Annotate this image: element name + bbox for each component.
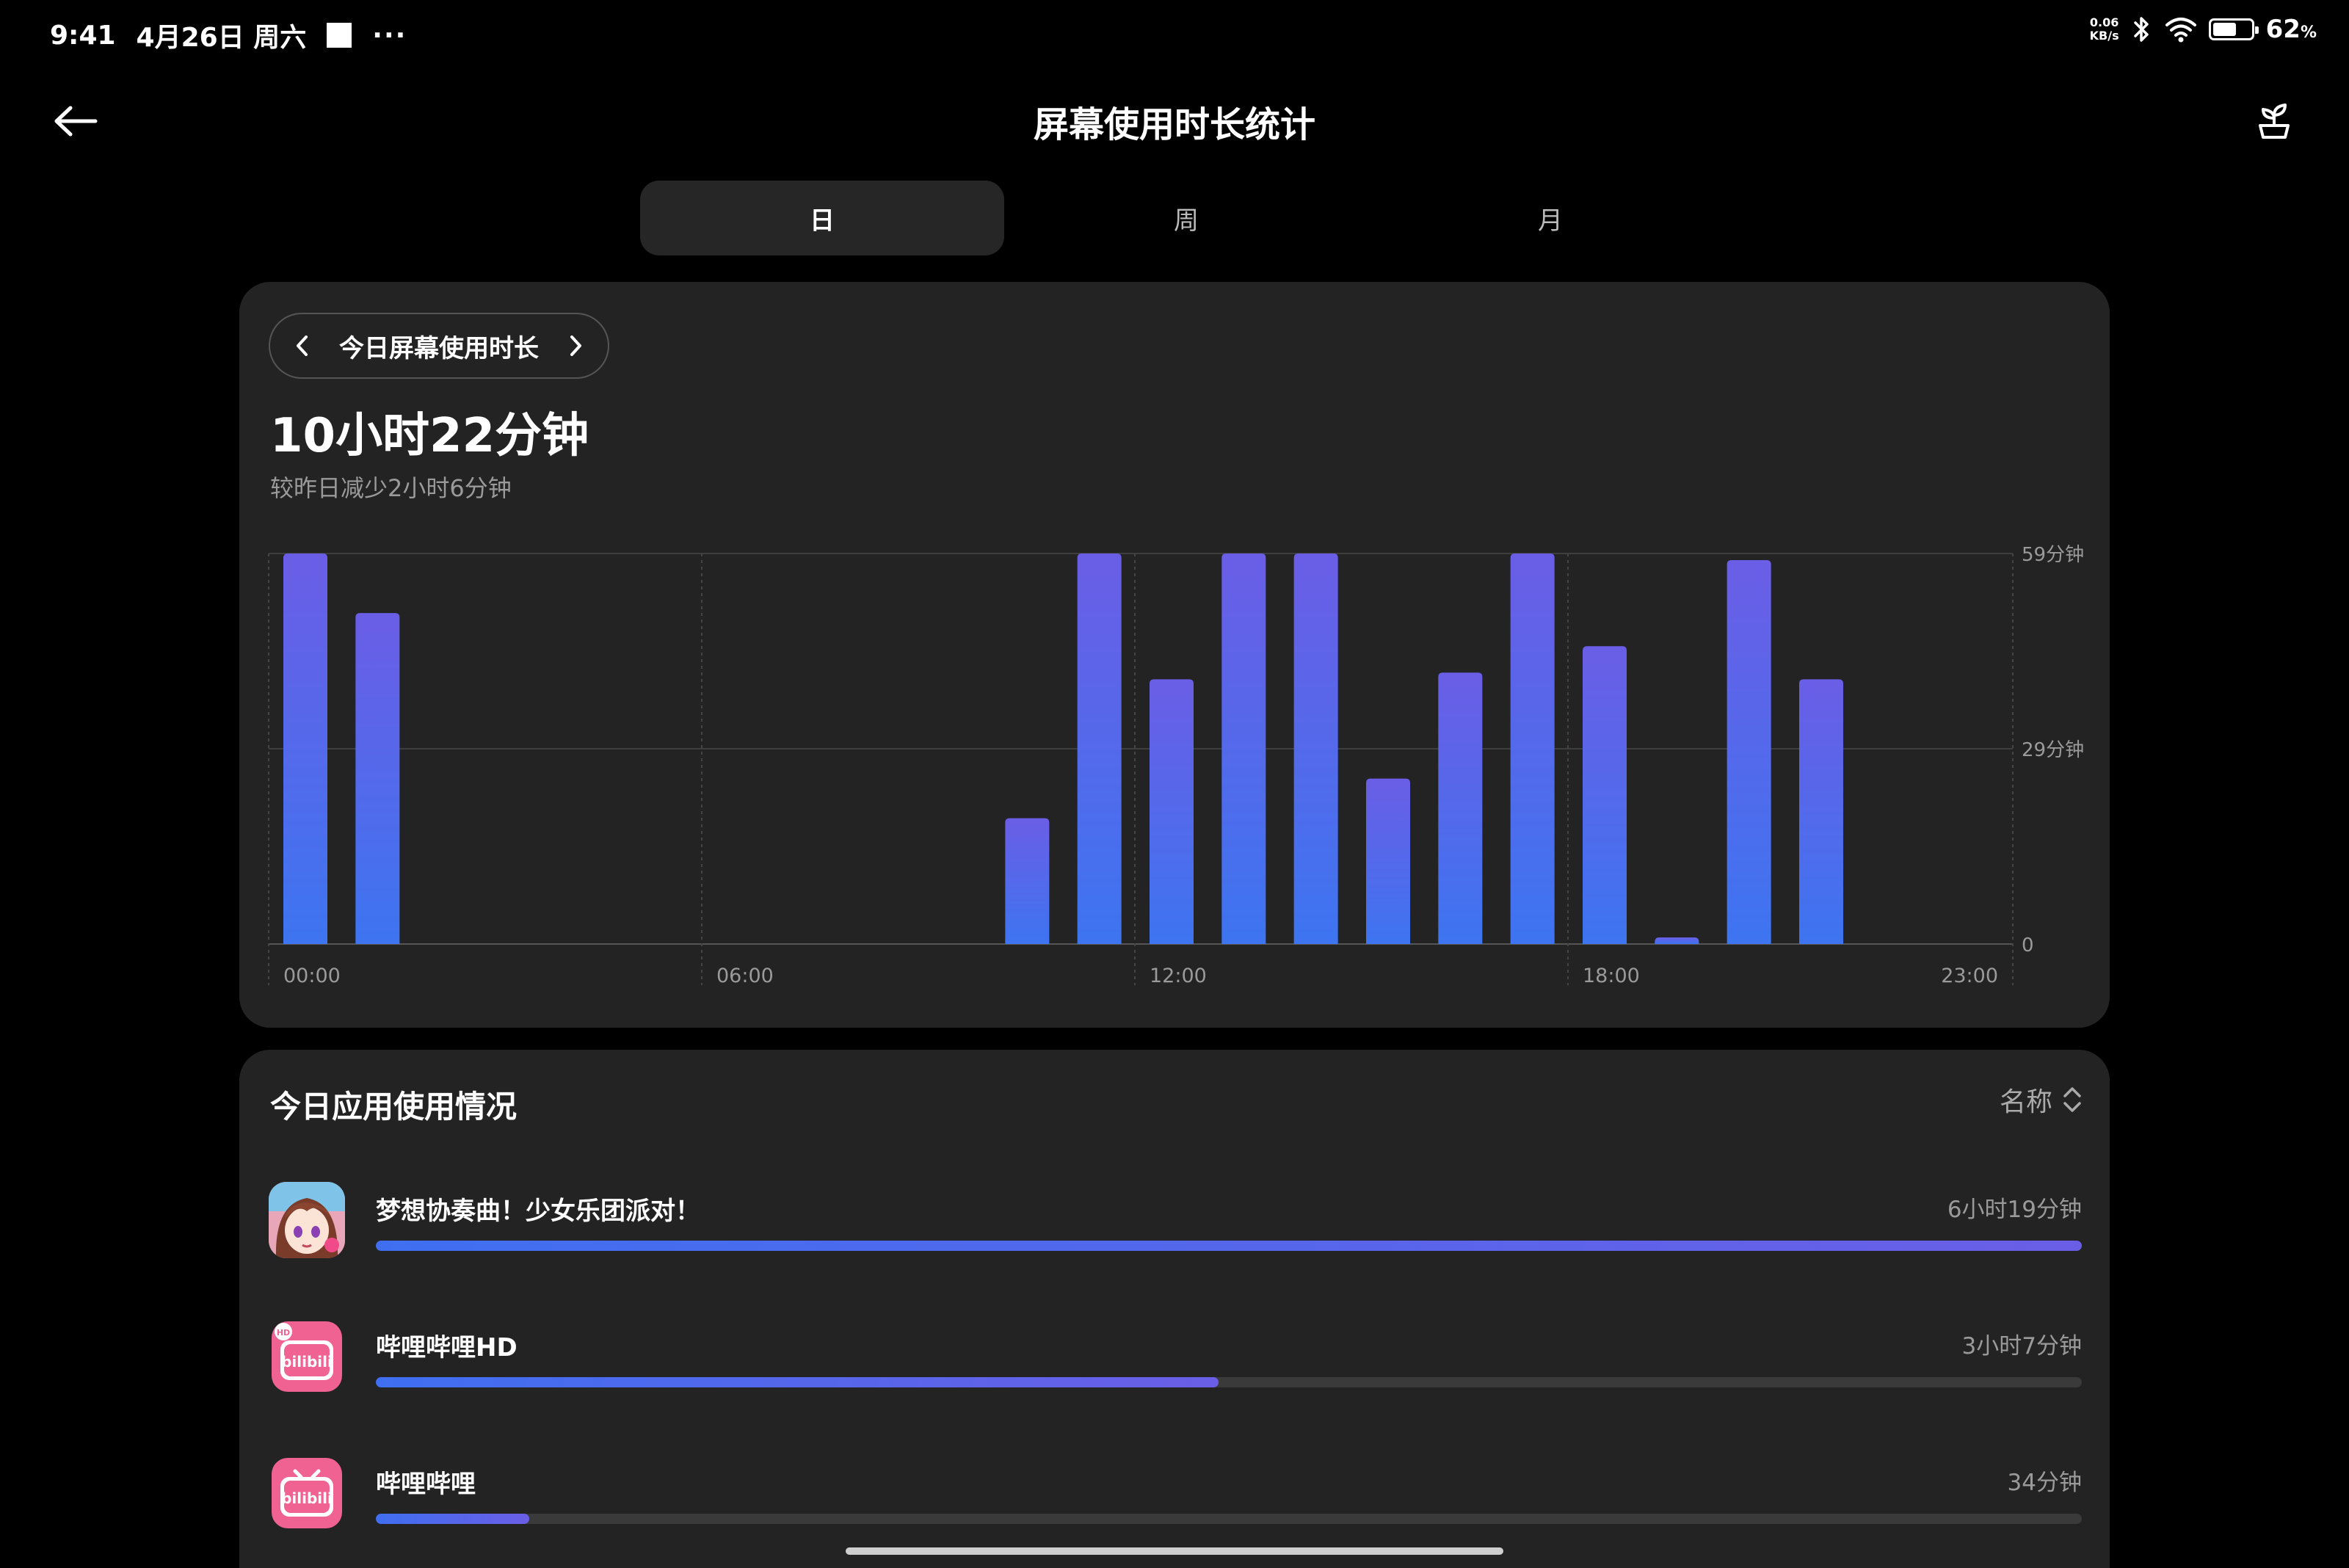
x-tick-label: 06:00	[716, 965, 774, 987]
app-time: 6小时19分钟	[1947, 1197, 2082, 1223]
status-date: 4月26日 周六	[136, 23, 307, 53]
sort-label: 名称	[1999, 1087, 2052, 1117]
more-notifications-icon: ···	[372, 20, 407, 51]
app-name: 梦想协奏曲！少女乐团派对！	[376, 1197, 700, 1226]
x-tick-label: 23:00	[1941, 965, 1998, 987]
bar-18:00[interactable]	[1583, 646, 1627, 944]
tab-day[interactable]: 日	[640, 181, 1004, 255]
sprout-icon	[2259, 104, 2290, 139]
chevron-right-icon	[570, 335, 581, 356]
app-usage-title: 今日应用使用情况	[270, 1089, 518, 1125]
usage-bar-fill	[376, 1241, 2082, 1251]
y-tick-label: 59分钟	[2022, 544, 2084, 566]
period-selector: 今日屏幕使用时长	[269, 313, 609, 379]
app-time: 34分钟	[2007, 1470, 2082, 1496]
bluetooth-icon	[2133, 17, 2149, 42]
usage-bar	[376, 1514, 2082, 1524]
bilibili-logo-text: bilibili	[281, 1489, 333, 1507]
app-time: 3小时7分钟	[1961, 1333, 2082, 1360]
usage-bar	[376, 1377, 2082, 1387]
battery-level	[2212, 23, 2236, 36]
bar-11:00[interactable]	[1077, 553, 1122, 944]
sprout-button[interactable]	[2251, 95, 2298, 147]
period-label: 今日屏幕使用时长	[339, 333, 539, 363]
app-name: 哔哩哔哩	[376, 1470, 476, 1499]
bar-20:00[interactable]	[1727, 560, 1771, 944]
total-screen-time: 10小时22分钟	[270, 409, 589, 463]
bar-16:00[interactable]	[1438, 672, 1483, 944]
status-time: 9:41	[50, 20, 116, 51]
app-row[interactable]: bilibili HD 哔哩哔哩HD 3小时7分钟	[269, 1318, 2082, 1399]
usage-bar	[376, 1241, 2082, 1251]
bilibili-app-icon: bilibili	[269, 1455, 345, 1531]
bandori-app-icon	[269, 1182, 345, 1258]
app-name: 哔哩哔哩HD	[376, 1333, 518, 1362]
bar-01:00[interactable]	[355, 613, 400, 944]
bar-19:00[interactable]	[1655, 937, 1699, 944]
tab-month[interactable]: 月	[1368, 181, 1732, 255]
bar-21:00[interactable]	[1799, 679, 1843, 944]
bar-00:00[interactable]	[283, 553, 327, 944]
bar-14:00[interactable]	[1293, 553, 1338, 944]
bilibili-hd-app-icon: bilibili HD	[269, 1318, 345, 1395]
x-tick-label: 00:00	[283, 965, 341, 987]
bar-13:00[interactable]	[1221, 553, 1266, 944]
bar-17:00[interactable]	[1510, 553, 1555, 944]
hd-badge: HD	[277, 1328, 290, 1337]
app-usage-card: 今日应用使用情况 名称 梦想协奏曲！少女乐团派对！ 6小时19分钟 bilibi…	[239, 1050, 2110, 1568]
bar-10:00[interactable]	[1005, 818, 1050, 944]
wifi-icon	[2165, 18, 2196, 43]
hourly-usage-chart: 59分钟 29分钟 0 00:00 06:00 12:00 18:00 23:00	[268, 544, 2084, 987]
network-speed: 0.06 KB/s	[2089, 15, 2119, 43]
page-title: 屏幕使用时长统计	[1033, 104, 1315, 145]
app-row[interactable]: bilibili 哔哩哔哩 34分钟	[269, 1455, 2082, 1536]
period-tabs: 日 周 月	[640, 181, 1732, 255]
notification-square-icon	[327, 23, 352, 48]
status-bar: 9:41 4月26日 周六 ··· 0.06 KB/s 62%	[0, 0, 2349, 66]
bar-12:00[interactable]	[1150, 679, 1194, 944]
chevron-left-icon	[297, 335, 308, 356]
app-row[interactable]: 梦想协奏曲！少女乐团派对！ 6小时19分钟	[269, 1182, 2082, 1263]
screen-time-delta: 较昨日减少2小时6分钟	[270, 474, 512, 502]
prev-period-button[interactable]	[291, 334, 314, 357]
y-tick-label: 29分钟	[2022, 739, 2084, 761]
sort-updown-icon	[2063, 1087, 2081, 1112]
x-tick-label: 18:00	[1583, 965, 1640, 987]
battery-percent: 62%	[2265, 15, 2317, 44]
home-indicator[interactable]	[846, 1547, 1503, 1555]
bar-15:00[interactable]	[1366, 778, 1410, 944]
next-period-button[interactable]	[564, 334, 587, 357]
usage-bar-fill	[376, 1377, 1219, 1387]
tab-week[interactable]: 周	[1004, 181, 1368, 255]
battery-icon	[2208, 18, 2259, 40]
bilibili-logo-text: bilibili	[281, 1353, 333, 1371]
sort-button[interactable]: 名称	[2000, 1081, 2082, 1119]
x-tick-label: 12:00	[1150, 965, 1207, 987]
usage-bar-fill	[376, 1514, 530, 1524]
y-tick-label: 0	[2022, 934, 2034, 957]
screen-time-card: 今日屏幕使用时长 10小时22分钟 较昨日减少2小时6分钟 59分钟 29分钟 0 0…	[239, 282, 2110, 1028]
